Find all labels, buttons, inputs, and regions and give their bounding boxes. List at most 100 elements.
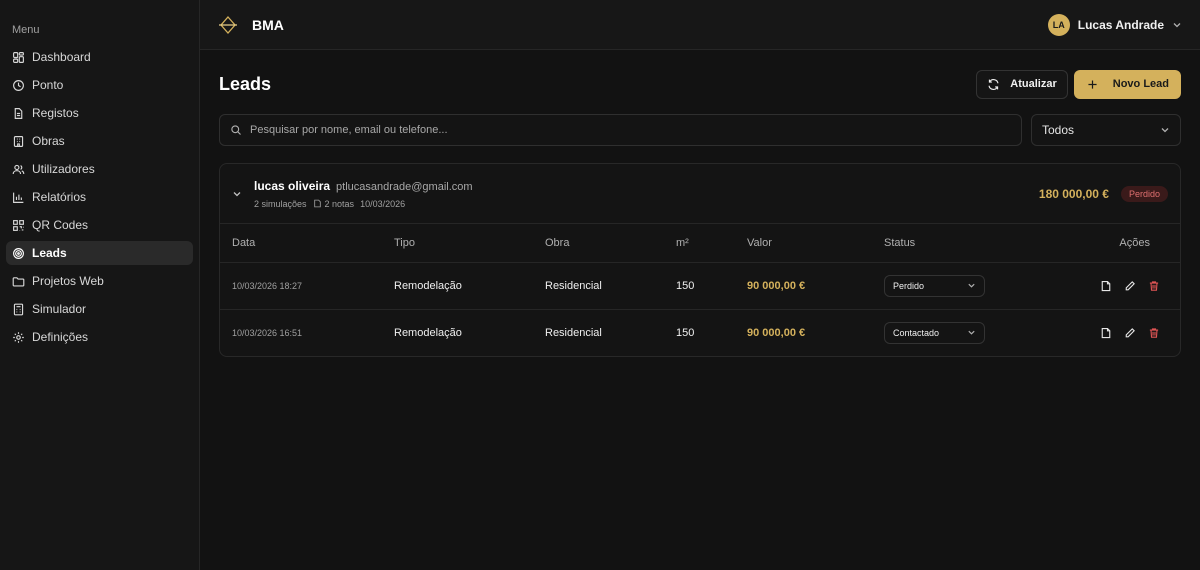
pencil-icon [1125, 280, 1135, 290]
simulations-table: Data Tipo Obra m² Valor Status Ações 10/… [220, 224, 1180, 356]
sidebar-item-utilizadores[interactable]: Utilizadores [6, 157, 193, 181]
lead-name-row: lucas oliveira ptlucasandrade@gmail.com [254, 179, 473, 193]
row-actions [1044, 280, 1168, 292]
target-icon [13, 247, 24, 259]
clock-icon [13, 79, 24, 91]
column-header-tipo: Tipo [382, 224, 533, 263]
cell-data: 10/03/2026 18:27 [220, 262, 382, 310]
status-select[interactable]: Perdido [884, 274, 985, 297]
lead-simulations: 2 simulações [254, 198, 307, 209]
cell-area: 150 [676, 326, 695, 339]
folder-icon [12, 276, 25, 287]
trash-icon [1149, 280, 1159, 291]
chevron-down-icon[interactable] [232, 189, 242, 199]
column-header-data: Data [220, 224, 382, 263]
pencil-icon [1125, 327, 1135, 338]
row-actions [1044, 327, 1168, 339]
sidebar-item-simulador[interactable]: Simulador [6, 297, 193, 321]
new-lead-button[interactable]: Novo Lead [1073, 69, 1181, 99]
lead-notes-group: 2 notas [313, 198, 355, 209]
table-header-row: Data Tipo Obra m² Valor Status Ações [220, 224, 1180, 263]
user-name: Lucas Andrade [1077, 17, 1164, 32]
file-icon [1101, 280, 1111, 291]
cell-tipo: Remodelação [394, 326, 462, 339]
page-title: Leads [219, 73, 272, 94]
view-button[interactable] [1100, 280, 1112, 292]
sidebar-item-label: Registos [32, 106, 79, 120]
column-header-valor: Valor [735, 224, 872, 263]
lead-meta: 2 simulações 2 notas 10/03/2026 [254, 199, 473, 209]
sidebar-item-label: Relatórios [32, 190, 87, 204]
sidebar: Menu Dashboard Ponto Registos Obras Util… [0, 0, 200, 570]
lead-email: ptlucasandrade@gmail.com [336, 180, 473, 193]
column-header-obra: Obra [533, 224, 664, 263]
bar-chart-icon [13, 192, 24, 203]
sidebar-item-label: Utilizadores [32, 162, 95, 176]
user-menu[interactable]: LA Lucas Andrade [1047, 13, 1182, 36]
brand[interactable]: BMA [218, 15, 284, 35]
page-actions: Atualizar Novo Lead [976, 69, 1181, 99]
sidebar-item-registos[interactable]: Registos [6, 101, 193, 125]
users-icon [12, 164, 25, 174]
sidebar-item-label: Ponto [32, 78, 64, 92]
chevron-down-icon [1161, 128, 1169, 133]
sidebar-item-qr-codes[interactable]: QR Codes [6, 213, 193, 237]
sidebar-item-projetos-web[interactable]: Projetos Web [6, 269, 193, 293]
search-icon [231, 125, 241, 135]
cell-data: 10/03/2026 16:51 [232, 327, 303, 338]
edit-button[interactable] [1124, 327, 1136, 339]
cell-valor: 90 000,00 € [747, 326, 806, 339]
app-root: Menu Dashboard Ponto Registos Obras Util… [0, 0, 1200, 570]
sidebar-item-label: Definições [32, 330, 89, 344]
brand-logo-icon [219, 15, 237, 34]
sidebar-item-label: Obras [32, 134, 65, 148]
edit-button[interactable] [1124, 280, 1136, 292]
gear-icon [13, 331, 24, 343]
sidebar-item-label: Simulador [32, 302, 87, 316]
column-header-acoes: Ações [1032, 224, 1180, 263]
sidebar-item-relatorios[interactable]: Relatórios [6, 185, 193, 209]
lead-card: lucas oliveira ptlucasandrade@gmail.com … [219, 163, 1181, 357]
cell-obra: Residencial [533, 262, 664, 310]
column-header-area: m² [664, 224, 735, 263]
lead-summary-right: 180 000,00 € Perdido [1039, 185, 1168, 202]
sidebar-item-definicoes[interactable]: Definições [6, 325, 193, 349]
lead-summary: lucas oliveira ptlucasandrade@gmail.com … [232, 179, 473, 209]
sidebar-item-ponto[interactable]: Ponto [6, 73, 193, 97]
avatar: LA [1047, 13, 1070, 36]
sidebar-item-obras[interactable]: Obras [6, 129, 193, 153]
sidebar-item-label: Leads [32, 246, 67, 260]
view-button[interactable] [1100, 327, 1112, 339]
lead-info: lucas oliveira ptlucasandrade@gmail.com … [254, 179, 473, 209]
delete-button[interactable] [1148, 280, 1160, 292]
chevron-down-icon [1173, 22, 1181, 27]
lead-date: 10/03/2026 [360, 198, 406, 209]
document-icon [14, 107, 23, 119]
table-row: 10/03/2026 18:27 Remodelação Residencial… [220, 262, 1180, 310]
menu-label: Menu [12, 24, 40, 36]
refresh-button[interactable]: Atualizar [976, 69, 1068, 99]
cell-valor: 90 000,00 € [735, 262, 872, 310]
cell-actions [1032, 262, 1180, 310]
cell-status: Contactado [872, 309, 1032, 356]
column-header-status: Status [872, 224, 1032, 263]
search-input[interactable] [250, 124, 1011, 136]
status-select[interactable]: Contactado [884, 321, 985, 344]
refresh-icon [988, 78, 999, 90]
status-badge: Perdido [1120, 185, 1168, 202]
lead-header[interactable]: lucas oliveira ptlucasandrade@gmail.com … [220, 164, 1180, 224]
refresh-label: Atualizar [1010, 78, 1057, 90]
sidebar-item-leads[interactable]: Leads [6, 241, 193, 265]
dashboard-icon [13, 51, 24, 63]
page-header: Leads Atualizar Novo Lead [219, 68, 1181, 100]
qr-code-icon [13, 219, 24, 231]
sidebar-item-label: Dashboard [32, 50, 91, 64]
brand-name: BMA [252, 16, 284, 33]
cell-actions [1032, 309, 1180, 356]
delete-button[interactable] [1148, 327, 1160, 339]
lead-notes: 2 notas [324, 198, 355, 209]
plus-icon [1088, 79, 1097, 89]
sidebar-item-label: Projetos Web [32, 274, 104, 288]
status-filter-select[interactable]: Todos [1031, 114, 1181, 146]
sidebar-item-dashboard[interactable]: Dashboard [6, 45, 193, 69]
